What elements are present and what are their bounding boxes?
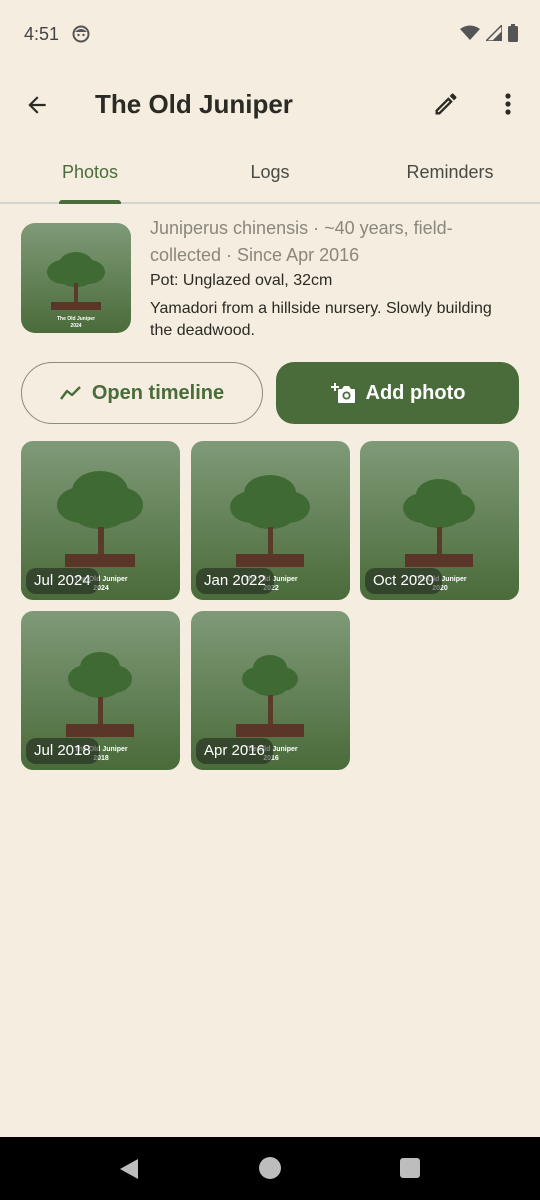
- photo-card[interactable]: The Old Juniper 2024 Jul 2024: [21, 441, 180, 600]
- add-camera-icon: [330, 383, 355, 403]
- nav-recents-icon[interactable]: [400, 1158, 420, 1178]
- tab-reminders[interactable]: Reminders: [360, 146, 540, 202]
- top-app-bar: The Old Juniper: [0, 70, 540, 140]
- thumbnail-caption-year: 2024: [70, 323, 81, 329]
- pot-info: Pot: Unglazed oval, 32cm: [150, 272, 333, 289]
- nav-home-icon[interactable]: [259, 1157, 281, 1179]
- thumbnail-caption-name: The Old Juniper: [57, 316, 95, 322]
- add-photo-button[interactable]: Add photo: [276, 362, 519, 424]
- more-options-button[interactable]: [492, 86, 524, 122]
- page-title: The Old Juniper: [95, 89, 293, 119]
- photo-card[interactable]: The Old Juniper 2018 Jul 2018: [21, 611, 180, 770]
- back-button[interactable]: [18, 86, 56, 124]
- photo-card[interactable]: The Old Juniper 2016 Apr 2016: [191, 611, 350, 770]
- wifi-icon: [460, 25, 480, 46]
- bonsai-image: The Old Juniper 2024: [21, 223, 131, 333]
- photo-date-label: Apr 2016: [196, 738, 273, 764]
- tab-photos[interactable]: Photos: [0, 146, 180, 202]
- tree-thumbnail: The Old Juniper 2024: [21, 223, 131, 333]
- status-icons: [460, 23, 518, 47]
- add-photo-label: Add photo: [365, 381, 466, 404]
- tab-bar: Photos Logs Reminders: [0, 146, 540, 204]
- photo-card[interactable]: The Old Juniper 2020 Oct 2020: [360, 441, 519, 600]
- photo-date-label: Jul 2024: [26, 568, 99, 594]
- open-timeline-label: Open timeline: [91, 381, 225, 404]
- photo-date-label: Jul 2018: [26, 738, 99, 764]
- more-vert-icon: [505, 93, 511, 115]
- timeline-icon: [59, 386, 81, 400]
- photo-date-label: Jan 2022: [196, 568, 274, 594]
- notification-icon: [72, 25, 90, 43]
- tree-notes: Yamadori from a hillside nursery. Slowly…: [150, 300, 492, 339]
- tab-indicator: [59, 200, 121, 204]
- nav-back-icon[interactable]: [118, 1158, 140, 1180]
- pencil-icon: [435, 93, 457, 115]
- photo-date-label: Oct 2020: [365, 568, 442, 594]
- signal-icon: [484, 23, 503, 46]
- tab-logs[interactable]: Logs: [180, 146, 360, 202]
- battery-icon: [508, 24, 518, 47]
- arrow-back-icon: [28, 96, 46, 114]
- species-info: Juniperus chinensis · ~40 years, field-c…: [150, 218, 453, 265]
- status-bar: 4:51: [0, 0, 540, 70]
- open-timeline-button[interactable]: Open timeline: [21, 362, 263, 424]
- edit-button[interactable]: [428, 86, 464, 122]
- photo-card[interactable]: The Old Juniper 2022 Jan 2022: [191, 441, 350, 600]
- status-time: 4:51: [24, 24, 60, 44]
- system-nav-bar: [0, 1137, 540, 1200]
